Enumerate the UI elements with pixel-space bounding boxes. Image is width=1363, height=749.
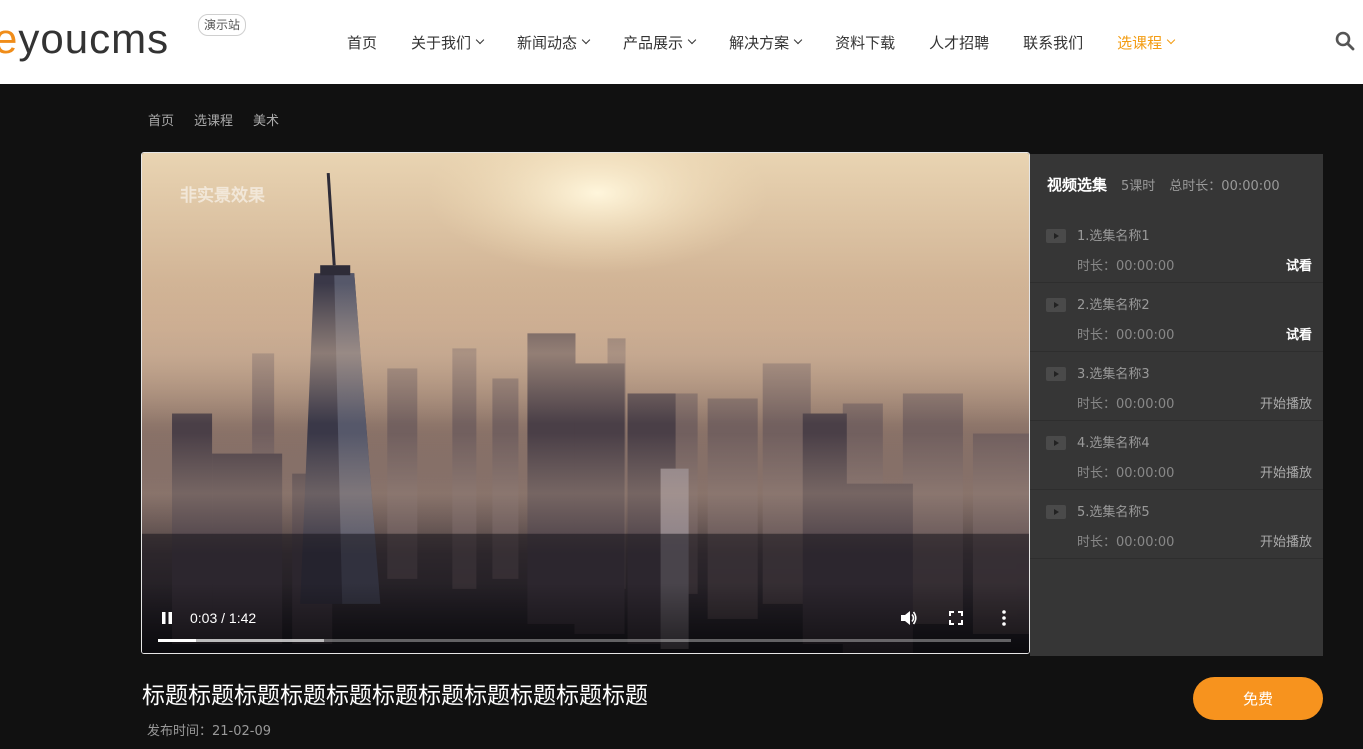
episode-item[interactable]: 4.选集名称4 时长：00:00:00 开始播放 [1030, 421, 1323, 490]
episode-list: 1.选集名称1 时长：00:00:00 试看 2.选集名称2 时长：00:00:… [1030, 214, 1323, 559]
search-icon [1335, 31, 1355, 51]
nav-label: 解决方案 [729, 33, 790, 52]
player-controls: 0:03 / 1:42 [142, 583, 1029, 653]
episode-trial-link[interactable]: 试看 [1286, 324, 1312, 343]
episode-item[interactable]: 3.选集名称3 时长：00:00:00 开始播放 [1030, 352, 1323, 421]
nav-label: 新闻动态 [517, 33, 578, 52]
nav-item-products[interactable]: 产品展示 [606, 0, 712, 84]
episode-item[interactable]: 5.选集名称5 时长：00:00:00 开始播放 [1030, 490, 1323, 559]
search-button[interactable] [1334, 30, 1356, 52]
episode-name: 4.选集名称4 [1077, 436, 1150, 451]
fullscreen-icon [949, 611, 963, 625]
volume-icon [901, 611, 917, 625]
episode-duration: 时长：00:00:00 [1077, 397, 1175, 412]
more-vertical-icon [1002, 610, 1006, 626]
episode-panel-title: 视频选集 [1047, 176, 1108, 194]
episode-name: 1.选集名称1 [1077, 229, 1150, 244]
nav-item-jobs[interactable]: 人才招聘 [912, 0, 1006, 84]
progress-bar[interactable] [158, 639, 1011, 642]
episode-play-link[interactable]: 开始播放 [1260, 462, 1312, 481]
nav-item-news[interactable]: 新闻动态 [500, 0, 606, 84]
logo-text: youcms [18, 15, 170, 62]
nav-item-home[interactable]: 首页 [330, 0, 394, 84]
video-frame-city-skyline[interactable] [142, 153, 1029, 653]
nav-item-contact[interactable]: 联系我们 [1006, 0, 1100, 84]
nav-label: 人才招聘 [929, 33, 990, 52]
volume-button[interactable] [898, 608, 918, 628]
publish-date: 发布时间：21-02-09 [147, 724, 272, 739]
episode-duration: 时长：00:00:00 [1077, 328, 1175, 343]
episode-panel-header: 视频选集 5课时 总时长：00:00:00 [1047, 174, 1280, 195]
nav-item-courses[interactable]: 选课程 [1100, 0, 1191, 84]
chevron-down-icon [581, 35, 591, 45]
demo-site-badge: 演示站 [198, 14, 247, 36]
time-display: 0:03 / 1:42 [190, 610, 257, 626]
main-nav: 首页 关于我们 新闻动态 产品展示 解决方案 资料下载 人才招聘 联系我们 选课… [330, 0, 1191, 84]
episode-trial-link[interactable]: 试看 [1286, 255, 1312, 274]
play-icon [1046, 505, 1066, 519]
nav-label: 首页 [347, 33, 378, 52]
episode-name: 2.选集名称2 [1077, 298, 1150, 313]
site-header: eyoucms 演示站 首页 关于我们 新闻动态 产品展示 解决方案 资料下载 … [0, 0, 1363, 84]
free-button[interactable]: 免费 [1193, 677, 1323, 720]
episode-play-link[interactable]: 开始播放 [1260, 531, 1312, 550]
more-options-button[interactable] [994, 608, 1014, 628]
fullscreen-button[interactable] [947, 609, 965, 627]
breadcrumb-courses[interactable]: 选课程 [194, 110, 233, 129]
episode-total-duration: 总时长：00:00:00 [1169, 179, 1280, 194]
video-watermark: 非实景效果 [180, 186, 265, 206]
breadcrumb-home[interactable]: 首页 [148, 110, 174, 129]
nav-label: 选课程 [1117, 33, 1163, 52]
episode-item[interactable]: 1.选集名称1 时长：00:00:00 试看 [1030, 214, 1323, 283]
episode-duration: 时长：00:00:00 [1077, 259, 1175, 274]
chevron-down-icon [687, 35, 697, 45]
nav-label: 关于我们 [411, 33, 472, 52]
episode-item[interactable]: 2.选集名称2 时长：00:00:00 试看 [1030, 283, 1323, 352]
play-icon [1046, 229, 1066, 243]
nav-label: 产品展示 [623, 33, 684, 52]
logo-accent-letter: e [0, 15, 19, 62]
play-pause-button[interactable] [158, 609, 176, 627]
episode-duration: 时长：00:00:00 [1077, 535, 1175, 550]
nav-item-about[interactable]: 关于我们 [394, 0, 500, 84]
episode-name: 3.选集名称3 [1077, 367, 1150, 382]
episode-play-link[interactable]: 开始播放 [1260, 393, 1312, 412]
chevron-down-icon [1166, 35, 1176, 45]
episode-duration: 时长：00:00:00 [1077, 466, 1175, 481]
video-player[interactable]: 非实景效果 0:03 / 1:42 [141, 152, 1030, 654]
nav-label: 联系我们 [1023, 33, 1084, 52]
video-title: 标题标题标题标题标题标题标题标题标题标题标题 [142, 683, 648, 709]
breadcrumb-art[interactable]: 美术 [253, 110, 279, 129]
progress-played [158, 639, 197, 642]
episode-panel: 视频选集 5课时 总时长：00:00:00 1.选集名称1 时长：00:00:0… [1030, 154, 1323, 656]
play-icon [1046, 298, 1066, 312]
nav-label: 资料下载 [835, 33, 896, 52]
episode-name: 5.选集名称5 [1077, 505, 1150, 520]
play-icon [1046, 367, 1066, 381]
chevron-down-icon [793, 35, 803, 45]
pause-icon [162, 612, 172, 624]
play-icon [1046, 436, 1066, 450]
nav-item-downloads[interactable]: 资料下载 [818, 0, 912, 84]
breadcrumb: 首页 选课程 美术 [148, 110, 279, 129]
chevron-down-icon [475, 35, 485, 45]
episode-count: 5课时 [1121, 179, 1156, 194]
nav-item-solutions[interactable]: 解决方案 [712, 0, 818, 84]
site-logo[interactable]: eyoucms [0, 14, 169, 64]
